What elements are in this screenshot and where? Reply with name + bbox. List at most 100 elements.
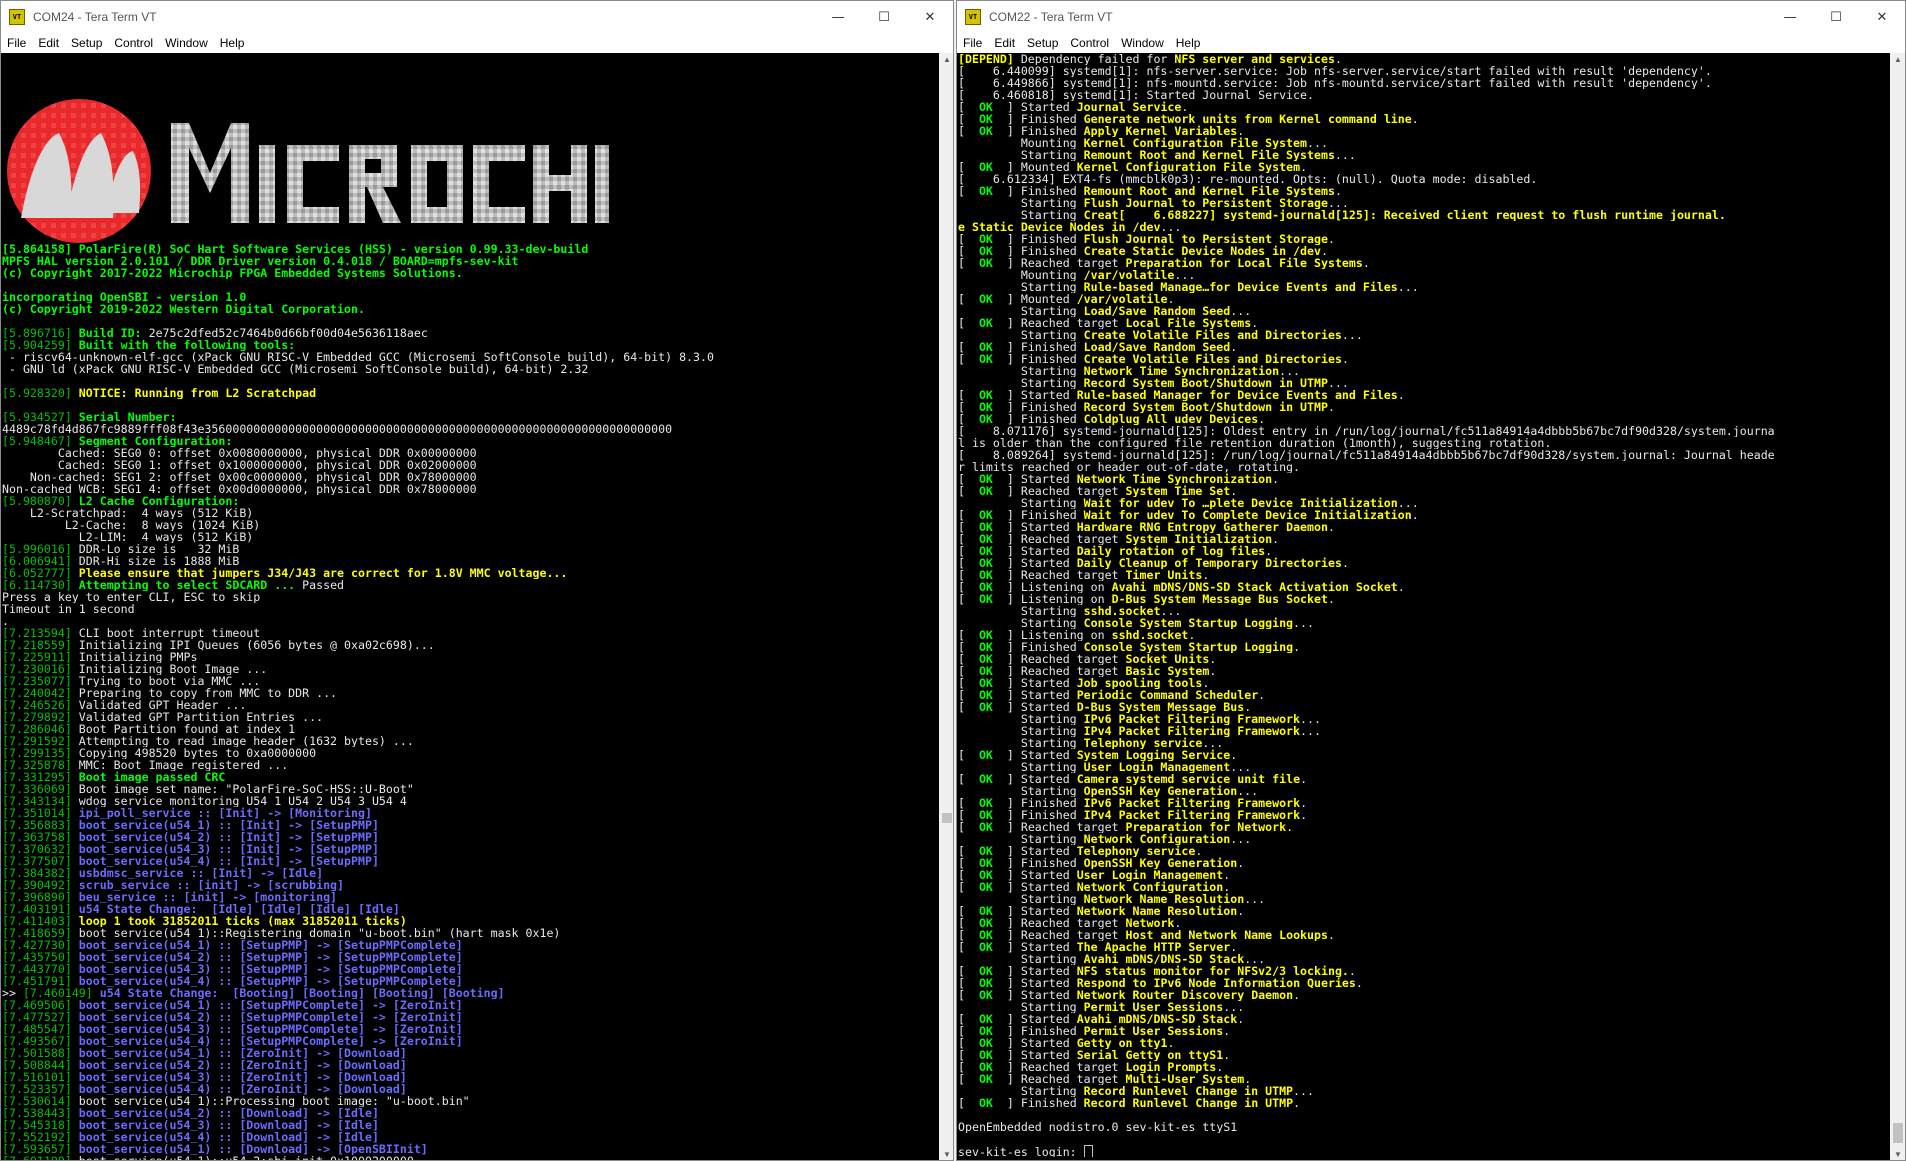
terminal-text: ... <box>1237 785 1259 797</box>
vertical-scrollbar[interactable]: ▲ ▼ <box>1890 53 1905 1160</box>
terminal-line: [ OK ] Finished Permit User Sessions. <box>958 1025 1890 1037</box>
terminal-line: [7.418659] boot_service(u54_1)::Register… <box>2 927 939 939</box>
terminal-text: MMC: Boot Image registered ... <box>78 759 289 771</box>
menu-edit[interactable]: Edit <box>988 36 1021 50</box>
terminal-line: [7.427730] boot_service(u54_1) :: [Setup… <box>2 939 939 951</box>
terminal-text: ] Started <box>992 545 1077 557</box>
terminal-text: Network Time Synchronization <box>1076 473 1273 485</box>
scrollbar-thumb[interactable] <box>1893 1123 1903 1143</box>
login-prompt-line[interactable]: sev-kit-es login: <box>957 1145 1890 1157</box>
title-bar[interactable]: VT COM24 - Tera Term VT — ☐ ✕ <box>1 1 953 33</box>
terminal-text: OK <box>978 989 993 1001</box>
terminal-text: Permit User Sessions <box>1083 1025 1224 1037</box>
terminal-line: Starting User Login Management... <box>958 761 1890 773</box>
terminal-text: wdog_service monitoring U54_1 U54_2 U54_… <box>78 795 407 807</box>
terminal-text: Coldplug All udev Devices <box>1083 413 1259 425</box>
menu-control[interactable]: Control <box>1064 36 1115 50</box>
scroll-down-icon[interactable]: ▼ <box>939 1148 953 1160</box>
terminal-text: boot_service(u54_1) :: [SetupPMPComplete… <box>78 999 463 1011</box>
terminal-text: [ <box>958 353 979 365</box>
terminal-line: e Static Device Nodes in /dev... <box>958 221 1890 233</box>
terminal-text: . <box>1195 845 1203 857</box>
terminal-text: Wait for udev To …plete Device Initializ… <box>1083 497 1398 509</box>
terminal-text: ] Reached target <box>992 917 1126 929</box>
terminal-text: Serial Getty on ttyS1 <box>1076 1049 1224 1061</box>
terminal-line: Starting Record Runlevel Change in UTMP.… <box>958 1085 1890 1097</box>
terminal-line: [ OK ] Started Daily rotation of log fil… <box>958 545 1890 557</box>
terminal-text: Segment Configuration: <box>78 435 233 447</box>
terminal-text: ] Reached target <box>992 821 1126 833</box>
terminal-text: OK <box>978 473 993 485</box>
terminal-text: [7.418659] <box>2 927 79 939</box>
terminal-line: [ OK ] Reached target Preparation for Lo… <box>958 257 1890 269</box>
terminal-text: ] Started <box>992 881 1077 893</box>
minimize-icon[interactable]: — <box>1767 1 1813 33</box>
terminal-text: ] Started <box>992 557 1077 569</box>
menu-bar: File Edit Setup Control Window Help <box>957 33 1905 53</box>
terminal-text: ] Started <box>992 773 1077 785</box>
terminal-text: boot_service(u54_1) :: [ZeroInit] -> [Do… <box>78 1047 407 1059</box>
terminal-text: [ <box>958 797 979 809</box>
menu-setup[interactable]: Setup <box>1021 36 1064 50</box>
terminal-text: ... <box>1279 365 1301 377</box>
vertical-scrollbar[interactable]: ▲ ▼ <box>939 53 953 1160</box>
terminal-line: Starting IPv4 Packet Filtering Framework… <box>958 725 1890 737</box>
menu-file[interactable]: File <box>1 36 32 50</box>
close-icon[interactable]: ✕ <box>907 1 953 33</box>
terminal-output-com22[interactable]: [DEPEND] Dependency failed for NFS serve… <box>957 53 1890 1160</box>
terminal-text: Local File Systems <box>1125 317 1252 329</box>
terminal-text: [ <box>958 1037 979 1049</box>
terminal-line: [ OK ] Reached target System Initializat… <box>958 533 1890 545</box>
menu-help[interactable]: Help <box>214 36 251 50</box>
close-icon[interactable]: ✕ <box>1859 1 1905 33</box>
scroll-up-icon[interactable]: ▲ <box>1890 53 1905 67</box>
maximize-icon[interactable]: ☐ <box>861 1 907 33</box>
terminal-text: [ 8.071176] systemd-journald[125]: Oldes… <box>958 425 1775 437</box>
menu-window[interactable]: Window <box>1115 36 1170 50</box>
menu-edit[interactable]: Edit <box>32 36 65 50</box>
terminal-text: OpenEmbedded nodistro.0 sev-kit-es ttyS1 <box>958 1121 1238 1133</box>
maximize-icon[interactable]: ☐ <box>1813 1 1859 33</box>
terminal-line: Starting OpenSSH Key Generation... <box>958 785 1890 797</box>
terminal-text: [7.593657] <box>2 1143 79 1155</box>
terminal-text: Create Volatile Files and Directories <box>1083 329 1342 341</box>
scroll-up-icon[interactable]: ▲ <box>939 53 953 67</box>
scroll-down-icon[interactable]: ▼ <box>1890 1148 1905 1160</box>
terminal-text: NFS status monitor for NFSv2/3 locking. <box>1076 965 1349 977</box>
minimize-icon[interactable]: — <box>815 1 861 33</box>
terminal-text: IPv4 Packet Filtering Framework <box>1083 809 1301 821</box>
terminal-text: Starting <box>958 737 1084 749</box>
terminal-line: Starting Remount Root and Kernel File Sy… <box>958 149 1890 161</box>
terminal-text: Starting <box>958 893 1084 905</box>
terminal-text: [ <box>958 1025 979 1037</box>
login-prompt: sev-kit-es login: <box>958 1145 1084 1157</box>
terminal-text: OK <box>978 677 993 689</box>
terminal-text: . <box>1300 773 1308 785</box>
terminal-text: . <box>1327 593 1335 605</box>
terminal-text: ipi_poll_service :: [Init] -> [Monitorin… <box>78 807 372 819</box>
terminal-text: Record System Boot/Shutdown in UTMP <box>1083 401 1328 413</box>
terminal-line: [5.996016] DDR-Lo size is 32 MiB <box>2 543 939 555</box>
terminal-line: Non-cached WCB: SEG1_4: offset 0x00d0000… <box>2 483 939 495</box>
terminal-text: L2-Scratchpad: 4 ways (512 KiB) <box>2 507 254 519</box>
terminal-line: [7.485547] boot_service(u54_3) :: [Setup… <box>2 1023 939 1035</box>
terminal-line: OpenEmbedded nodistro.0 sev-kit-es ttyS1 <box>958 1121 1890 1133</box>
menu-control[interactable]: Control <box>108 36 159 50</box>
terminal-line: [ OK ] Started Rule-based Manager for De… <box>958 389 1890 401</box>
scrollbar-thumb[interactable] <box>942 813 952 823</box>
title-bar[interactable]: VT COM22 - Tera Term VT — ☐ ✕ <box>957 1 1905 33</box>
menu-file[interactable]: File <box>957 36 988 50</box>
terminal-text: . <box>1181 101 1189 113</box>
terminal-text: [ <box>958 857 979 869</box>
terminal-line: [ OK ] Finished Create Volatile Files an… <box>958 353 1890 365</box>
terminal-line: [ OK ] Finished Record Runlevel Change i… <box>958 1097 1890 1109</box>
terminal-text: OK <box>978 689 993 701</box>
terminal-text: OK <box>978 161 993 173</box>
menu-help[interactable]: Help <box>1170 36 1207 50</box>
menu-window[interactable]: Window <box>159 36 214 50</box>
terminal-text: OK <box>978 533 993 545</box>
terminal-text: [ <box>958 977 979 989</box>
terminal-line: Mounting Kernel Configuration File Syste… <box>958 137 1890 149</box>
menu-setup[interactable]: Setup <box>65 36 108 50</box>
terminal-output-com24[interactable]: [5.864158] PolarFire(R) SoC Hart Softwar… <box>1 53 939 1160</box>
